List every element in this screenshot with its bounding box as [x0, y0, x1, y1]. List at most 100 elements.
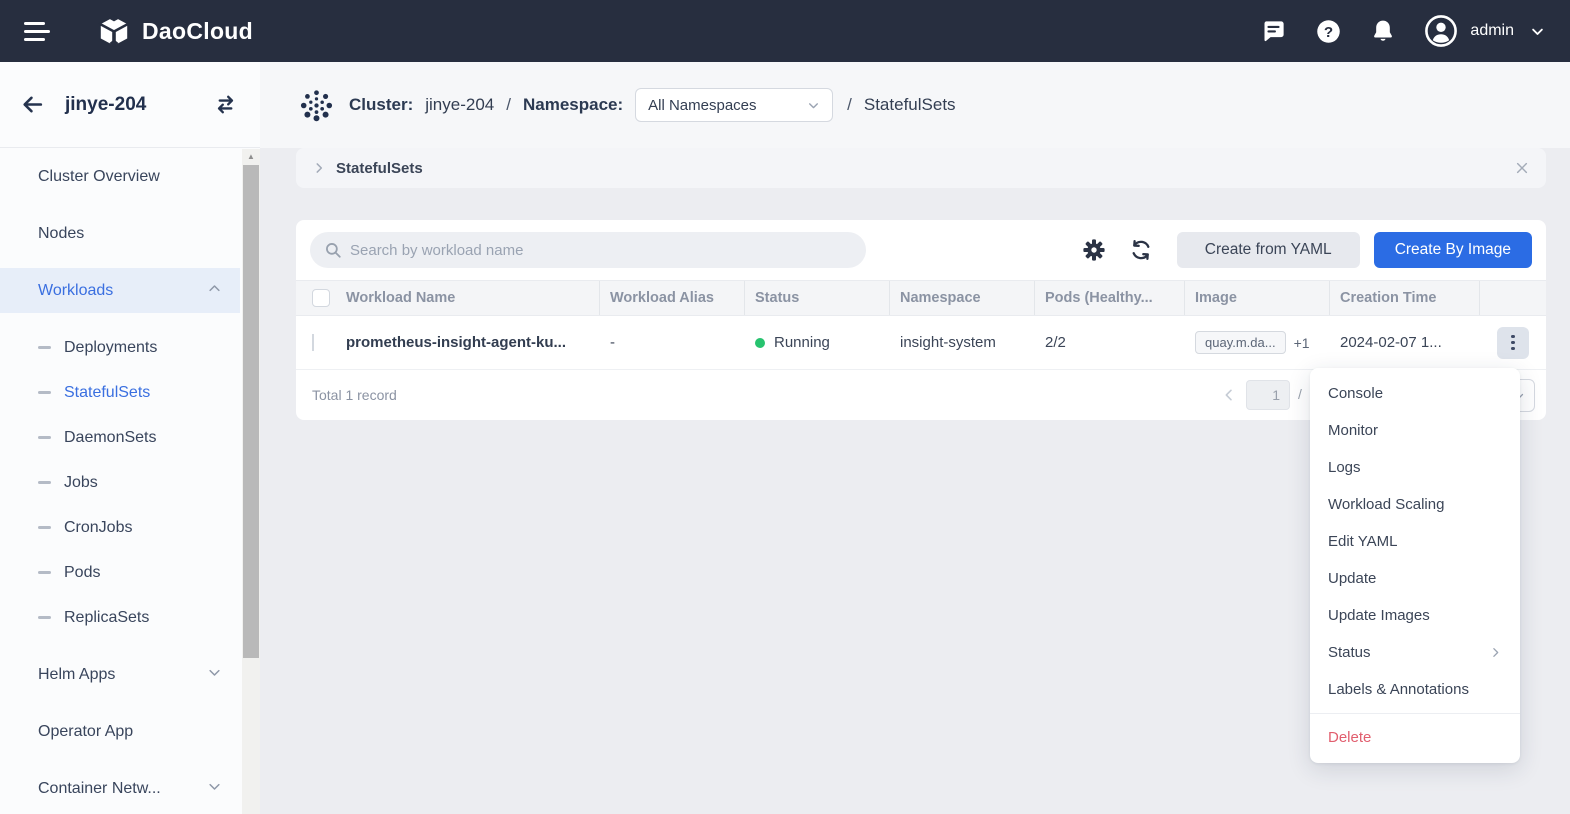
user-menu[interactable]: admin: [1424, 14, 1545, 48]
row-actions-kebab-button[interactable]: [1497, 327, 1529, 359]
close-icon[interactable]: [1514, 160, 1530, 176]
breadcrumb-tab-label: StatefulSets: [336, 160, 423, 177]
cell-status: Running: [745, 334, 890, 351]
create-by-image-button[interactable]: Create By Image: [1374, 232, 1532, 268]
prev-page-icon[interactable]: [1221, 387, 1237, 403]
header-checkbox[interactable]: [312, 289, 330, 307]
sidebar-item-cronjobs[interactable]: CronJobs: [0, 505, 240, 550]
toolbar: Create from YAML Create By Image: [296, 220, 1546, 280]
breadcrumb-bar: StatefulSets: [296, 148, 1546, 188]
scrollbar-thumb[interactable]: [243, 165, 259, 658]
create-from-yaml-button[interactable]: Create from YAML: [1177, 232, 1360, 268]
sidebar-header: jinye-204: [0, 62, 260, 148]
menu-item-update[interactable]: Update: [1310, 560, 1520, 597]
sidebar-item-replicasets[interactable]: ReplicaSets: [0, 595, 240, 640]
daocloud-brand[interactable]: DaoCloud: [96, 13, 253, 49]
sidebar-item-helm-apps[interactable]: Helm Apps: [0, 652, 240, 697]
col-creation-time: Creation Time: [1330, 281, 1480, 315]
topbar-right: ? admin: [1232, 14, 1545, 48]
col-workload-alias: Workload Alias: [600, 281, 745, 315]
bell-icon[interactable]: [1370, 18, 1396, 44]
sidebar: jinye-204 Cluster Overview Nodes Workloa…: [0, 62, 260, 814]
menu-item-console[interactable]: Console: [1310, 375, 1520, 412]
toolbar-right: Create from YAML Create By Image: [1083, 232, 1532, 268]
sidebar-item-operator-app[interactable]: Operator App: [0, 709, 240, 754]
user-chevron-down-icon: [1530, 24, 1545, 39]
search-icon: [324, 241, 342, 259]
sidebar-item-daemonsets[interactable]: DaemonSets: [0, 415, 240, 460]
sidebar-item-cluster-overview[interactable]: Cluster Overview: [0, 154, 240, 199]
menu-item-logs[interactable]: Logs: [1310, 449, 1520, 486]
namespace-label: Namespace:: [523, 95, 623, 115]
dash-icon: [38, 391, 51, 394]
chevron-right-icon[interactable]: [312, 161, 326, 175]
back-arrow-icon[interactable]: [20, 92, 45, 117]
cell-namespace: insight-system: [890, 334, 1035, 351]
sidebar-item-statefulsets[interactable]: StatefulSets: [0, 370, 240, 415]
col-image: Image: [1185, 281, 1330, 315]
namespace-select[interactable]: All Namespaces: [635, 88, 833, 122]
menu-item-edit-yaml[interactable]: Edit YAML: [1310, 523, 1520, 560]
page-separator: /: [1298, 386, 1302, 402]
brand-name: DaoCloud: [142, 18, 253, 45]
sidebar-item-workloads[interactable]: Workloads: [0, 268, 240, 313]
image-more-count: +1: [1294, 335, 1310, 351]
dash-icon: [38, 571, 51, 574]
cell-workload-alias: -: [600, 334, 745, 351]
sidebar-item-jobs[interactable]: Jobs: [0, 460, 240, 505]
sidebar-item-deployments[interactable]: Deployments: [0, 325, 240, 370]
hamburger-menu-icon[interactable]: [24, 22, 50, 41]
search-box[interactable]: [310, 232, 866, 268]
sidebar-item-pods[interactable]: Pods: [0, 550, 240, 595]
cell-creation-time: 2024-02-07 1...: [1330, 334, 1480, 351]
row-actions-context-menu: Console Monitor Logs Workload Scaling Ed…: [1310, 368, 1520, 763]
cluster-label: Cluster:: [349, 95, 413, 115]
menu-item-status[interactable]: Status: [1310, 634, 1520, 671]
image-tag: quay.m.da...: [1195, 331, 1286, 354]
table-row: prometheus-insight-agent-ku... - Running…: [296, 316, 1546, 370]
col-status: Status: [745, 281, 890, 315]
page-number-input[interactable]: [1246, 380, 1290, 410]
menu-item-update-images[interactable]: Update Images: [1310, 597, 1520, 634]
menu-item-workload-scaling[interactable]: Workload Scaling: [1310, 486, 1520, 523]
scrollbar-up-arrow[interactable]: ▲: [242, 149, 260, 164]
menu-item-delete[interactable]: Delete: [1310, 719, 1520, 756]
menu-item-monitor[interactable]: Monitor: [1310, 412, 1520, 449]
row-checkbox[interactable]: [312, 334, 314, 351]
page-title: StatefulSets: [864, 95, 956, 115]
col-namespace: Namespace: [890, 281, 1035, 315]
separator: /: [847, 95, 852, 115]
cluster-value: jinye-204: [425, 95, 494, 115]
dash-icon: [38, 346, 51, 349]
cell-pods: 2/2: [1035, 334, 1185, 351]
status-text: Running: [774, 334, 830, 351]
chat-icon[interactable]: [1260, 18, 1287, 45]
cluster-name-title: jinye-204: [65, 94, 213, 116]
submenu-chevron-right-icon: [1489, 646, 1502, 659]
dash-icon: [38, 526, 51, 529]
sidebar-item-container-network[interactable]: Container Netw...: [0, 766, 240, 811]
sidebar-menu: Cluster Overview Nodes Workloads Deploym…: [0, 148, 260, 811]
settings-gear-icon[interactable]: [1083, 239, 1105, 261]
total-records: Total 1 record: [312, 387, 397, 403]
chevron-down-icon: [207, 665, 222, 685]
sidebar-item-nodes[interactable]: Nodes: [0, 211, 240, 256]
refresh-icon[interactable]: [1129, 238, 1153, 262]
help-icon[interactable]: ?: [1315, 18, 1342, 45]
dash-icon: [38, 616, 51, 619]
workloads-submenu: Deployments StatefulSets DaemonSets Jobs…: [0, 325, 260, 640]
switch-cluster-icon[interactable]: [213, 92, 238, 117]
dash-icon: [38, 481, 51, 484]
cell-workload-name[interactable]: prometheus-insight-agent-ku...: [336, 334, 600, 351]
sidebar-scrollbar[interactable]: ▲: [242, 149, 260, 814]
cell-image: quay.m.da... +1: [1185, 331, 1330, 354]
cluster-dots-icon: [300, 89, 333, 122]
dash-icon: [38, 436, 51, 439]
chevron-up-icon: [207, 281, 222, 301]
status-dot: [755, 338, 765, 348]
col-actions: [1480, 281, 1546, 315]
svg-text:?: ?: [1324, 23, 1333, 40]
search-input[interactable]: [350, 242, 852, 259]
chevron-down-icon: [207, 779, 222, 799]
menu-item-labels-annotations[interactable]: Labels & Annotations: [1310, 671, 1520, 708]
